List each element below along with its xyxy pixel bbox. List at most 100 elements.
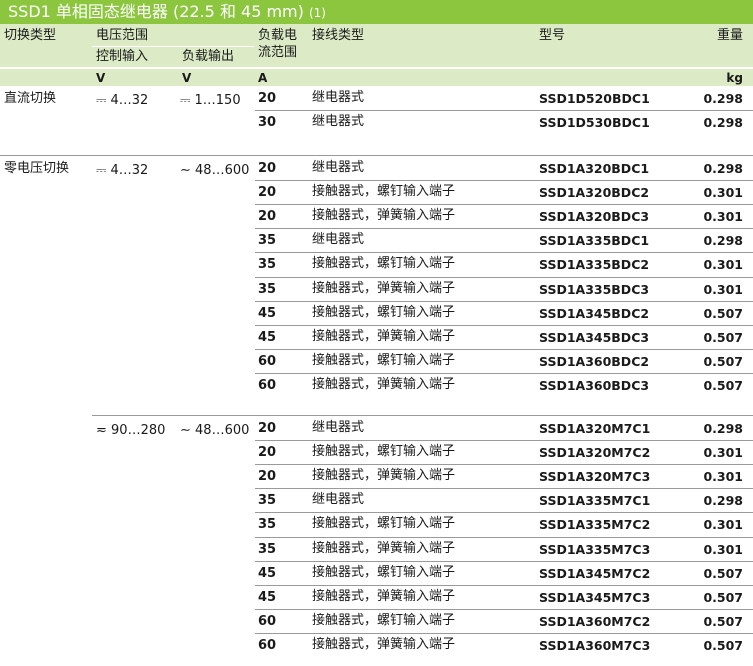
weight-value: 0.298 xyxy=(703,91,743,106)
row-divider xyxy=(255,464,753,466)
load-voltage: ∼ 48…600 xyxy=(180,423,250,438)
header-divider xyxy=(92,46,254,47)
model-number: SSD1D520BDC1 xyxy=(539,91,650,106)
model-number: SSD1A335M7C1 xyxy=(539,493,651,509)
row-divider xyxy=(255,560,753,562)
load-voltage: ⎓ 1…150 xyxy=(180,93,241,108)
weight-value: 0.301 xyxy=(703,469,743,485)
table-title: SSD1 单相固态继电器 (22.5 和 45 mm) (1) xyxy=(0,0,753,24)
load-current: 35 xyxy=(258,541,277,557)
model-number: SSD1A320M7C1 xyxy=(539,421,651,436)
load-current: 35 xyxy=(258,281,277,297)
weight-value: 0.298 xyxy=(703,233,743,249)
control-voltage: ⎓ 4…32 xyxy=(96,163,149,178)
load-current: 35 xyxy=(258,233,277,249)
load-voltage: ∼ 48…600 xyxy=(180,163,250,178)
header-switch-type: 切换类型 xyxy=(4,28,57,43)
title-main: SSD1 单相固态继电器 (22.5 和 45 mm) xyxy=(8,2,304,21)
row-divider xyxy=(255,276,753,278)
weight-value: 0.298 xyxy=(703,161,743,176)
load-current: 45 xyxy=(258,305,277,321)
model-number: SSD1A320M7C2 xyxy=(539,445,651,461)
row-divider xyxy=(255,348,753,350)
row-divider xyxy=(255,536,753,538)
model-number: SSD1A345BDC2 xyxy=(539,305,650,321)
connection-type: 接触器式，螺钉输入端子 xyxy=(312,444,456,460)
connection-type: 继电器式 xyxy=(312,492,365,508)
header-control-input: 控制输入 xyxy=(96,49,149,64)
load-current: 60 xyxy=(258,637,277,653)
model-number: SSD1A335BDC3 xyxy=(539,281,650,297)
load-current: 20 xyxy=(258,469,277,485)
row-divider xyxy=(0,155,753,156)
unit-weight: kg xyxy=(726,71,743,85)
load-current: 60 xyxy=(258,353,277,369)
row-divider xyxy=(255,228,753,230)
switch-type-label: 直流切换 xyxy=(4,91,57,106)
row-divider xyxy=(255,608,753,610)
connection-type: 接触器式，螺钉输入端子 xyxy=(312,612,456,628)
unit-load: V xyxy=(182,71,192,85)
connection-type: 接触器式，螺钉输入端子 xyxy=(312,516,456,532)
connection-type: 继电器式 xyxy=(312,232,365,248)
weight-value: 0.507 xyxy=(703,329,743,345)
load-current: 20 xyxy=(258,161,277,176)
row-divider xyxy=(255,440,753,442)
switch-type-label: 零电压切换 xyxy=(4,161,70,176)
model-number: SSD1A320BDC1 xyxy=(539,161,650,176)
header-connection-type: 接线类型 xyxy=(312,28,365,43)
connection-type: 接触器式，弹簧输入端子 xyxy=(312,376,456,392)
row-divider xyxy=(255,300,753,302)
row-divider xyxy=(255,488,753,490)
header-load-current-1: 负载电 xyxy=(258,28,298,43)
weight-value: 0.507 xyxy=(703,613,743,629)
weight-value: 0.507 xyxy=(703,565,743,581)
weight-value: 0.301 xyxy=(703,209,743,225)
model-number: SSD1A320BDC2 xyxy=(539,185,650,201)
model-number: SSD1A360M7C2 xyxy=(539,613,651,629)
load-current: 30 xyxy=(258,115,277,131)
model-number: SSD1A345M7C3 xyxy=(539,589,651,605)
row-divider xyxy=(255,180,753,182)
weight-value: 0.301 xyxy=(703,541,743,557)
header-load-current-2: 流范围 xyxy=(258,45,298,60)
model-number: SSD1A335M7C3 xyxy=(539,541,651,557)
load-current: 20 xyxy=(258,209,277,225)
control-voltage: ⎓ 4…32 xyxy=(96,93,149,108)
connection-type: 接触器式，螺钉输入端子 xyxy=(312,352,456,368)
model-number: SSD1A345M7C2 xyxy=(539,565,651,581)
weight-value: 0.298 xyxy=(703,493,743,509)
load-current: 60 xyxy=(258,613,277,629)
weight-value: 0.507 xyxy=(703,305,743,321)
model-number: SSD1A345BDC3 xyxy=(539,329,650,345)
load-current: 35 xyxy=(258,517,277,533)
header-model: 型号 xyxy=(539,28,566,43)
weight-value: 0.301 xyxy=(703,185,743,201)
load-current: 20 xyxy=(258,421,277,436)
weight-value: 0.507 xyxy=(703,377,743,393)
model-number: SSD1A360BDC3 xyxy=(539,377,650,393)
header-weight: 重量 xyxy=(716,28,743,43)
weight-value: 0.298 xyxy=(703,421,743,436)
model-number: SSD1A335BDC1 xyxy=(539,233,650,249)
row-divider xyxy=(255,110,753,112)
weight-value: 0.298 xyxy=(703,115,743,131)
model-number: SSD1A360BDC2 xyxy=(539,353,650,369)
connection-type: 继电器式 xyxy=(312,420,365,435)
load-current: 60 xyxy=(258,377,277,393)
connection-type: 继电器式 xyxy=(312,90,365,105)
connection-type: 继电器式 xyxy=(312,160,365,175)
row-divider xyxy=(92,415,753,416)
connection-type: 接触器式，螺钉输入端子 xyxy=(312,304,456,320)
table-header: 切换类型 电压范围 控制输入 负载输出 负载电 流范围 接线类型 型号 重量 xyxy=(0,24,753,67)
load-current: 35 xyxy=(258,257,277,273)
weight-value: 0.507 xyxy=(703,589,743,605)
connection-type: 接触器式，螺钉输入端子 xyxy=(312,564,456,580)
model-number: SSD1D530BDC1 xyxy=(539,115,650,131)
model-number: SSD1A320M7C3 xyxy=(539,469,651,485)
model-number: SSD1A335M7C2 xyxy=(539,517,651,533)
title-footnote: (1) xyxy=(308,6,326,20)
control-voltage: ≂ 90…280 xyxy=(96,423,166,438)
row-divider xyxy=(255,584,753,586)
unit-current: A xyxy=(258,71,268,85)
